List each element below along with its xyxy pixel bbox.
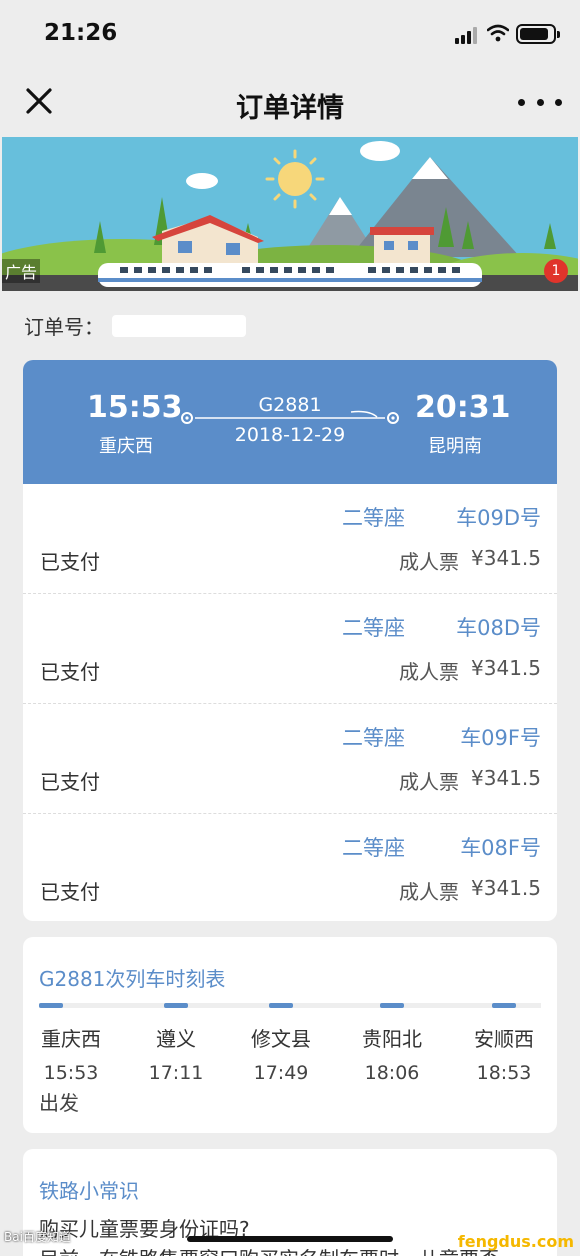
stop-time: 17:11 <box>148 1062 204 1084</box>
seat-class: 二等座 <box>342 726 405 750</box>
more-options-icon[interactable] <box>518 90 562 114</box>
timetable-stop: 遵义 17:11 <box>126 1023 226 1084</box>
timetable-stop: 贵阳北 18:06 <box>342 1023 442 1084</box>
page-title: 订单详情 <box>236 93 344 124</box>
timetable-stop: 重庆西 15:53 <box>21 1023 121 1084</box>
ad-banner[interactable]: 广告 1 <box>2 137 578 291</box>
ticket-type: 成人票 <box>399 550 459 574</box>
banner-illustration <box>2 141 578 291</box>
nav-bar: 订单详情 <box>0 68 580 136</box>
payment-status: 已支付 <box>40 550 100 574</box>
ticket-price: ¥341.5 <box>471 656 541 680</box>
passenger-row[interactable]: 二等座 车09F号 已支付 成人票 ¥341.5 <box>23 704 557 814</box>
ticket-price: ¥341.5 <box>471 876 541 900</box>
watermark-baidu: Bai百度知道 <box>4 1230 71 1244</box>
seat-class: 二等座 <box>342 616 405 640</box>
cellular-signal-icon <box>455 26 481 44</box>
seat-class: 二等座 <box>342 506 405 530</box>
trip-header: 15:53 重庆西 G2881 2018-12-29 20:31 昆明南 <box>23 360 557 484</box>
stop-name: 贵阳北 <box>362 1027 422 1051</box>
ad-count-badge: 1 <box>544 259 568 283</box>
stop-time: 15:53 <box>43 1062 99 1084</box>
stop-name: 重庆西 <box>41 1027 101 1051</box>
stop-time: 18:53 <box>476 1062 532 1084</box>
seat-number: 车08F号 <box>460 836 541 860</box>
stop-marker <box>164 1003 188 1008</box>
departure-note: 出发 <box>39 1091 79 1115</box>
battery-icon <box>516 24 560 44</box>
ticket-type: 成人票 <box>399 770 459 794</box>
wifi-icon <box>487 24 509 42</box>
stop-time: 18:06 <box>364 1062 420 1084</box>
stop-name: 安顺西 <box>474 1027 534 1051</box>
tips-title: 铁路小常识 <box>39 1179 139 1203</box>
stop-marker <box>492 1003 516 1008</box>
payment-status: 已支付 <box>40 880 100 904</box>
stop-marker <box>380 1003 404 1008</box>
ticket-type: 成人票 <box>399 660 459 684</box>
tips-answer: 目前，在铁路售票窗口购买实名制车票时，儿童要否 <box>39 1243 499 1256</box>
status-bar: 21:26 <box>0 0 580 68</box>
ticket-type: 成人票 <box>399 880 459 904</box>
stop-name: 修文县 <box>251 1027 311 1051</box>
ticket-price: ¥341.5 <box>471 546 541 570</box>
arrival-station: 昆明南 <box>428 436 482 457</box>
order-number-row: 订单号： <box>24 311 246 340</box>
seat-number: 车09D号 <box>456 506 541 530</box>
seat-number: 车09F号 <box>460 726 541 750</box>
passenger-row[interactable]: 二等座 车08F号 已支付 成人票 ¥341.5 <box>23 814 557 921</box>
seat-number: 车08D号 <box>456 616 541 640</box>
stop-marker <box>39 1003 63 1008</box>
order-number-label: 订单号： <box>24 315 104 339</box>
payment-status: 已支付 <box>40 770 100 794</box>
passenger-row[interactable]: 二等座 车08D号 已支付 成人票 ¥341.5 <box>23 594 557 704</box>
home-indicator[interactable] <box>187 1236 393 1242</box>
ad-label: 广告 <box>2 259 41 283</box>
timetable-title: G2881次列车时刻表 <box>39 967 226 991</box>
seat-class: 二等座 <box>342 836 405 860</box>
payment-status: 已支付 <box>40 660 100 684</box>
watermark-site: fengdus.com <box>457 1232 574 1251</box>
timetable-stop: 安顺西 18:53 <box>454 1023 554 1084</box>
arrival-time: 20:31 <box>415 390 511 425</box>
ticket-card: 15:53 重庆西 G2881 2018-12-29 20:31 昆明南 二等座… <box>23 360 557 921</box>
stop-name: 遵义 <box>156 1027 196 1051</box>
ticket-price: ¥341.5 <box>471 766 541 790</box>
timetable-card[interactable]: G2881次列车时刻表 重庆西 15:53 遵义 17:11 修文县 17:49… <box>23 937 557 1133</box>
order-number-redacted <box>112 314 246 337</box>
passenger-row[interactable]: 二等座 车09D号 已支付 成人票 ¥341.5 <box>23 484 557 594</box>
stop-marker <box>269 1003 293 1008</box>
timetable-stop: 修文县 17:49 <box>231 1023 331 1084</box>
status-time: 21:26 <box>44 20 118 46</box>
stop-time: 17:49 <box>253 1062 309 1084</box>
